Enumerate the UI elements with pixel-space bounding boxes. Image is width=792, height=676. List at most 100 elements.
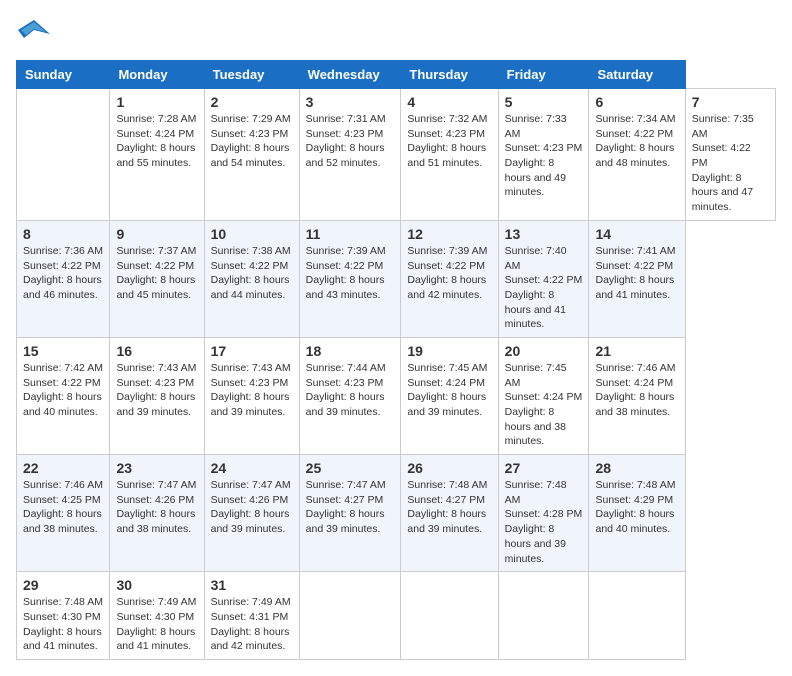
day-info: Sunrise: 7:36 AM Sunset: 4:22 PM Dayligh… (23, 244, 103, 303)
sunrise-time: Sunrise: 7:39 AM (407, 245, 487, 257)
sunrise-time: Sunrise: 7:32 AM (407, 113, 487, 125)
calendar-cell: 16 Sunrise: 7:43 AM Sunset: 4:23 PM Dayl… (110, 337, 204, 454)
day-number: 19 (407, 343, 491, 359)
day-number: 26 (407, 460, 491, 476)
daylight-hours: Daylight: 8 hours and 41 minutes. (595, 274, 674, 301)
day-info: Sunrise: 7:39 AM Sunset: 4:22 PM Dayligh… (306, 244, 395, 303)
calendar-cell: 22 Sunrise: 7:46 AM Sunset: 4:25 PM Dayl… (17, 455, 110, 572)
day-number: 20 (505, 343, 583, 359)
calendar-cell: 20 Sunrise: 7:45 AM Sunset: 4:24 PM Dayl… (498, 337, 589, 454)
day-info: Sunrise: 7:37 AM Sunset: 4:22 PM Dayligh… (116, 244, 197, 303)
daylight-hours: Daylight: 8 hours and 39 minutes. (211, 508, 290, 535)
day-number: 4 (407, 94, 491, 110)
sunset-time: Sunset: 4:24 PM (407, 377, 485, 389)
day-number: 25 (306, 460, 395, 476)
sunset-time: Sunset: 4:22 PM (505, 274, 583, 286)
day-info: Sunrise: 7:49 AM Sunset: 4:31 PM Dayligh… (211, 595, 293, 654)
sunrise-time: Sunrise: 7:49 AM (116, 596, 196, 608)
day-number: 12 (407, 226, 491, 242)
daylight-hours: Daylight: 8 hours and 40 minutes. (23, 391, 102, 418)
calendar-table: SundayMondayTuesdayWednesdayThursdayFrid… (16, 60, 776, 660)
day-info: Sunrise: 7:46 AM Sunset: 4:25 PM Dayligh… (23, 478, 103, 537)
sunset-time: Sunset: 4:23 PM (211, 377, 289, 389)
calendar-cell: 5 Sunrise: 7:33 AM Sunset: 4:23 PM Dayli… (498, 89, 589, 221)
sunset-time: Sunset: 4:27 PM (306, 494, 384, 506)
daylight-hours: Daylight: 8 hours and 51 minutes. (407, 142, 486, 169)
header-tuesday: Tuesday (204, 61, 299, 89)
sunset-time: Sunset: 4:26 PM (116, 494, 194, 506)
day-info: Sunrise: 7:34 AM Sunset: 4:22 PM Dayligh… (595, 112, 678, 171)
day-info: Sunrise: 7:45 AM Sunset: 4:24 PM Dayligh… (407, 361, 491, 420)
day-info: Sunrise: 7:47 AM Sunset: 4:27 PM Dayligh… (306, 478, 395, 537)
day-info: Sunrise: 7:43 AM Sunset: 4:23 PM Dayligh… (116, 361, 197, 420)
sunrise-time: Sunrise: 7:39 AM (306, 245, 386, 257)
day-number: 1 (116, 94, 197, 110)
day-info: Sunrise: 7:35 AM Sunset: 4:22 PM Dayligh… (692, 112, 769, 215)
daylight-hours: Daylight: 8 hours and 52 minutes. (306, 142, 385, 169)
daylight-hours: Daylight: 8 hours and 39 minutes. (407, 391, 486, 418)
day-number: 31 (211, 577, 293, 593)
day-number: 5 (505, 94, 583, 110)
sunset-time: Sunset: 4:24 PM (116, 128, 194, 140)
day-info: Sunrise: 7:48 AM Sunset: 4:30 PM Dayligh… (23, 595, 103, 654)
calendar-cell: 19 Sunrise: 7:45 AM Sunset: 4:24 PM Dayl… (401, 337, 498, 454)
sunset-time: Sunset: 4:27 PM (407, 494, 485, 506)
week-row-3: 15 Sunrise: 7:42 AM Sunset: 4:22 PM Dayl… (17, 337, 776, 454)
sunrise-time: Sunrise: 7:45 AM (505, 362, 567, 389)
sunrise-time: Sunrise: 7:49 AM (211, 596, 291, 608)
calendar-cell: 24 Sunrise: 7:47 AM Sunset: 4:26 PM Dayl… (204, 455, 299, 572)
sunrise-time: Sunrise: 7:33 AM (505, 113, 567, 140)
sunrise-time: Sunrise: 7:42 AM (23, 362, 103, 374)
daylight-hours: Daylight: 8 hours and 43 minutes. (306, 274, 385, 301)
sunset-time: Sunset: 4:31 PM (211, 611, 289, 623)
daylight-hours: Daylight: 8 hours and 40 minutes. (595, 508, 674, 535)
daylight-hours: Daylight: 8 hours and 44 minutes. (211, 274, 290, 301)
day-info: Sunrise: 7:40 AM Sunset: 4:22 PM Dayligh… (505, 244, 583, 332)
week-row-1: 1 Sunrise: 7:28 AM Sunset: 4:24 PM Dayli… (17, 89, 776, 221)
calendar-cell: 30 Sunrise: 7:49 AM Sunset: 4:30 PM Dayl… (110, 572, 204, 660)
sunset-time: Sunset: 4:22 PM (116, 260, 194, 272)
daylight-hours: Daylight: 8 hours and 39 minutes. (211, 391, 290, 418)
day-number: 14 (595, 226, 678, 242)
daylight-hours: Daylight: 8 hours and 42 minutes. (211, 626, 290, 653)
calendar-cell: 15 Sunrise: 7:42 AM Sunset: 4:22 PM Dayl… (17, 337, 110, 454)
day-number: 27 (505, 460, 583, 476)
calendar-cell: 2 Sunrise: 7:29 AM Sunset: 4:23 PM Dayli… (204, 89, 299, 221)
header-wednesday: Wednesday (299, 61, 401, 89)
calendar-cell: 21 Sunrise: 7:46 AM Sunset: 4:24 PM Dayl… (589, 337, 685, 454)
daylight-hours: Daylight: 8 hours and 47 minutes. (692, 172, 753, 213)
daylight-hours: Daylight: 8 hours and 39 minutes. (407, 508, 486, 535)
day-number: 22 (23, 460, 103, 476)
sunrise-time: Sunrise: 7:45 AM (407, 362, 487, 374)
daylight-hours: Daylight: 8 hours and 41 minutes. (505, 289, 566, 330)
day-info: Sunrise: 7:29 AM Sunset: 4:23 PM Dayligh… (211, 112, 293, 171)
day-number: 24 (211, 460, 293, 476)
sunrise-time: Sunrise: 7:37 AM (116, 245, 196, 257)
sunset-time: Sunset: 4:28 PM (505, 508, 583, 520)
daylight-hours: Daylight: 8 hours and 39 minutes. (306, 508, 385, 535)
day-info: Sunrise: 7:31 AM Sunset: 4:23 PM Dayligh… (306, 112, 395, 171)
sunrise-time: Sunrise: 7:46 AM (595, 362, 675, 374)
day-info: Sunrise: 7:48 AM Sunset: 4:28 PM Dayligh… (505, 478, 583, 566)
calendar-header-row: SundayMondayTuesdayWednesdayThursdayFrid… (17, 61, 776, 89)
sunset-time: Sunset: 4:30 PM (23, 611, 101, 623)
day-info: Sunrise: 7:47 AM Sunset: 4:26 PM Dayligh… (211, 478, 293, 537)
sunset-time: Sunset: 4:29 PM (595, 494, 673, 506)
daylight-hours: Daylight: 8 hours and 45 minutes. (116, 274, 195, 301)
calendar-cell: 6 Sunrise: 7:34 AM Sunset: 4:22 PM Dayli… (589, 89, 685, 221)
sunset-time: Sunset: 4:22 PM (595, 260, 673, 272)
day-number: 8 (23, 226, 103, 242)
day-info: Sunrise: 7:43 AM Sunset: 4:23 PM Dayligh… (211, 361, 293, 420)
calendar-cell: 31 Sunrise: 7:49 AM Sunset: 4:31 PM Dayl… (204, 572, 299, 660)
sunrise-time: Sunrise: 7:41 AM (595, 245, 675, 257)
sunset-time: Sunset: 4:23 PM (407, 128, 485, 140)
sunset-time: Sunset: 4:24 PM (505, 391, 583, 403)
day-number: 23 (116, 460, 197, 476)
sunset-time: Sunset: 4:22 PM (211, 260, 289, 272)
calendar-cell: 10 Sunrise: 7:38 AM Sunset: 4:22 PM Dayl… (204, 220, 299, 337)
day-number: 16 (116, 343, 197, 359)
calendar-cell: 17 Sunrise: 7:43 AM Sunset: 4:23 PM Dayl… (204, 337, 299, 454)
day-number: 17 (211, 343, 293, 359)
logo (16, 16, 54, 52)
calendar-cell: 29 Sunrise: 7:48 AM Sunset: 4:30 PM Dayl… (17, 572, 110, 660)
